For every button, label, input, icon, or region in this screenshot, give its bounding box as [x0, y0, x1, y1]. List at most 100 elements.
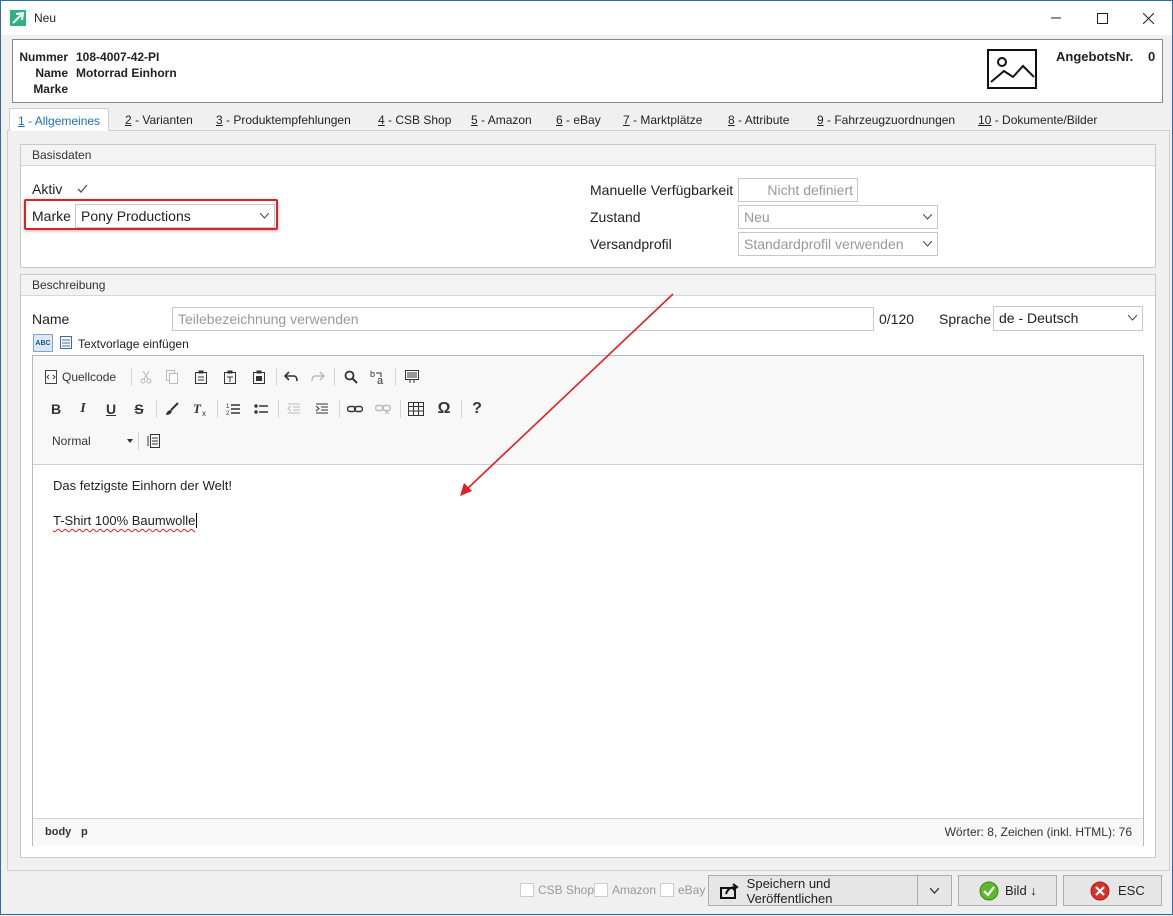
publish-button[interactable]: Speichern und Veröffentlichen — [708, 875, 918, 906]
maximize-icon — [1096, 12, 1108, 24]
marke-select[interactable]: Pony Productions — [75, 204, 275, 228]
textvorlage-button[interactable]: Textvorlage einfügen — [78, 337, 189, 351]
paste-button[interactable] — [190, 366, 212, 388]
name-input[interactable]: Teilebezeichnung verwenden — [172, 307, 874, 331]
find-button[interactable] — [340, 366, 362, 388]
table-button[interactable] — [405, 398, 427, 420]
tab-csb-shop[interactable]: 4 - CSB Shop — [370, 108, 459, 130]
source-icon — [45, 370, 57, 384]
app-window: Neu Nummer 108-4007-42-PI Name Motorrad … — [0, 0, 1173, 915]
paste-text-button[interactable] — [219, 366, 241, 388]
checkbox-box — [520, 883, 534, 897]
editor-content[interactable]: Das fetzigste Einhorn der Welt! T-Shirt … — [53, 478, 232, 548]
svg-text:T: T — [193, 401, 202, 416]
verfuegbarkeit-field[interactable]: Nicht definiert — [738, 178, 858, 202]
tab-label: - Marktplätze — [629, 113, 703, 127]
path-p[interactable]: p — [81, 826, 88, 838]
help-icon: ? — [472, 400, 482, 417]
paragraph-text: T-Shirt 100% Baumwolle — [53, 513, 196, 528]
paste-icon — [195, 370, 207, 384]
versandprofil-value: Standardprofil verwenden — [744, 236, 904, 252]
zustand-value: Neu — [744, 209, 770, 225]
unlink-button[interactable] — [372, 398, 394, 420]
sprache-value: de - Deutsch — [999, 310, 1079, 326]
paste-word-button[interactable] — [248, 366, 270, 388]
bild-button[interactable]: Bild ↓ — [958, 875, 1057, 906]
tab-key: 1 — [18, 114, 25, 128]
publish-label: Speichern und Veröffentlichen — [746, 875, 833, 906]
link-button[interactable] — [344, 398, 366, 420]
outdent-button[interactable] — [283, 398, 305, 420]
zustand-select[interactable]: Neu — [738, 205, 938, 229]
special-char-button[interactable]: Ω — [433, 398, 455, 420]
maximize-button[interactable] — [1079, 1, 1125, 35]
minimize-button[interactable] — [1033, 1, 1079, 35]
numbered-list-icon: 12 — [226, 404, 240, 416]
replace-button[interactable]: ba — [367, 366, 389, 388]
editor-statusbar: body p Wörter: 8, Zeichen (inkl. HTML): … — [33, 818, 1143, 846]
toolbar-separator — [395, 368, 396, 386]
tab-fahrzeugzuordnungen[interactable]: 9 - Fahrzeugzuordnungen — [809, 108, 963, 130]
toolbar-separator — [339, 400, 340, 418]
toolbar-separator — [461, 400, 462, 418]
tab-label: - Produktempfehlungen — [222, 113, 351, 127]
tab-ebay[interactable]: 6 - eBay — [548, 108, 609, 130]
versandprofil-select[interactable]: Standardprofil verwenden — [738, 232, 938, 256]
paragraph: T-Shirt 100% Baumwolle — [53, 513, 198, 528]
csb-shop-label: CSB Shop — [538, 883, 595, 897]
tab-dokumente-bilder[interactable]: 10 - Dokumente/Bilder — [970, 108, 1105, 130]
toolbar-separator — [278, 400, 279, 418]
redo-button[interactable] — [307, 366, 329, 388]
esc-button[interactable]: ESC — [1063, 875, 1162, 906]
remove-format-button[interactable]: Tx — [189, 398, 211, 420]
minimize-icon — [1051, 17, 1061, 19]
publish-dropdown-button[interactable] — [917, 875, 952, 906]
svg-text:x: x — [202, 409, 206, 417]
indent-button[interactable] — [311, 398, 333, 420]
csb-shop-checkbox[interactable]: CSB Shop — [520, 883, 594, 897]
path-body[interactable]: body — [45, 826, 71, 838]
maximize-editor-button[interactable] — [401, 366, 423, 388]
tab-label: - Varianten — [131, 113, 193, 127]
amazon-checkbox[interactable]: Amazon — [594, 883, 656, 897]
word-count: Wörter: 8, Zeichen (inkl. HTML): 76 — [944, 825, 1132, 839]
tab-varianten[interactable]: 2 - Varianten — [117, 108, 201, 130]
tab-allgemeines[interactable]: 1 - Allgemeines — [9, 108, 110, 131]
source-code-button[interactable]: Quellcode — [45, 366, 125, 388]
tab-label: - Fahrzeugzuordnungen — [823, 113, 956, 127]
underline-button[interactable]: U — [100, 398, 122, 420]
ebay-label: eBay — [678, 883, 706, 897]
format-select[interactable]: Normal — [45, 430, 133, 452]
close-button[interactable] — [1125, 1, 1171, 35]
amazon-label: Amazon — [612, 883, 657, 897]
document-icon — [405, 370, 419, 383]
sprache-select[interactable]: de - Deutsch — [993, 306, 1143, 331]
image-placeholder-icon[interactable] — [987, 49, 1037, 89]
aktiv-label: Aktiv — [32, 181, 63, 197]
verfuegbarkeit-value: Nicht definiert — [767, 182, 853, 198]
undo-button[interactable] — [280, 366, 302, 388]
tab-marktplaetze[interactable]: 7 - Marktplätze — [615, 108, 710, 130]
aktiv-checkbox[interactable] — [76, 182, 89, 195]
nummer-value: 108-4007-42-PI — [76, 50, 160, 64]
ebay-checkbox[interactable]: eBay — [660, 883, 705, 897]
bullet-list-button[interactable] — [250, 398, 272, 420]
numbered-list-button[interactable]: 12 — [222, 398, 244, 420]
template-icon[interactable] — [60, 336, 72, 349]
editor-toolbar: Quellcode ba B I U S Tx 12 Ω ? Normal — [33, 356, 1143, 465]
strikethrough-button[interactable]: S — [128, 398, 150, 420]
copy-button[interactable] — [161, 366, 183, 388]
show-blocks-button[interactable] — [143, 430, 165, 452]
bold-button[interactable]: B — [45, 398, 67, 420]
italic-button[interactable]: I — [72, 398, 94, 420]
indent-icon — [315, 403, 328, 414]
help-button[interactable]: ? — [466, 398, 488, 420]
chevron-down-icon — [1128, 307, 1137, 321]
cut-icon — [140, 370, 152, 384]
spellcheck-button[interactable]: ABC — [33, 334, 53, 352]
tab-attribute[interactable]: 8 - Attribute — [720, 108, 797, 130]
tab-amazon[interactable]: 5 - Amazon — [463, 108, 540, 130]
format-painter-button[interactable] — [161, 398, 183, 420]
tab-produktempfehlungen[interactable]: 3 - Produktempfehlungen — [208, 108, 359, 130]
cut-button[interactable] — [135, 366, 157, 388]
